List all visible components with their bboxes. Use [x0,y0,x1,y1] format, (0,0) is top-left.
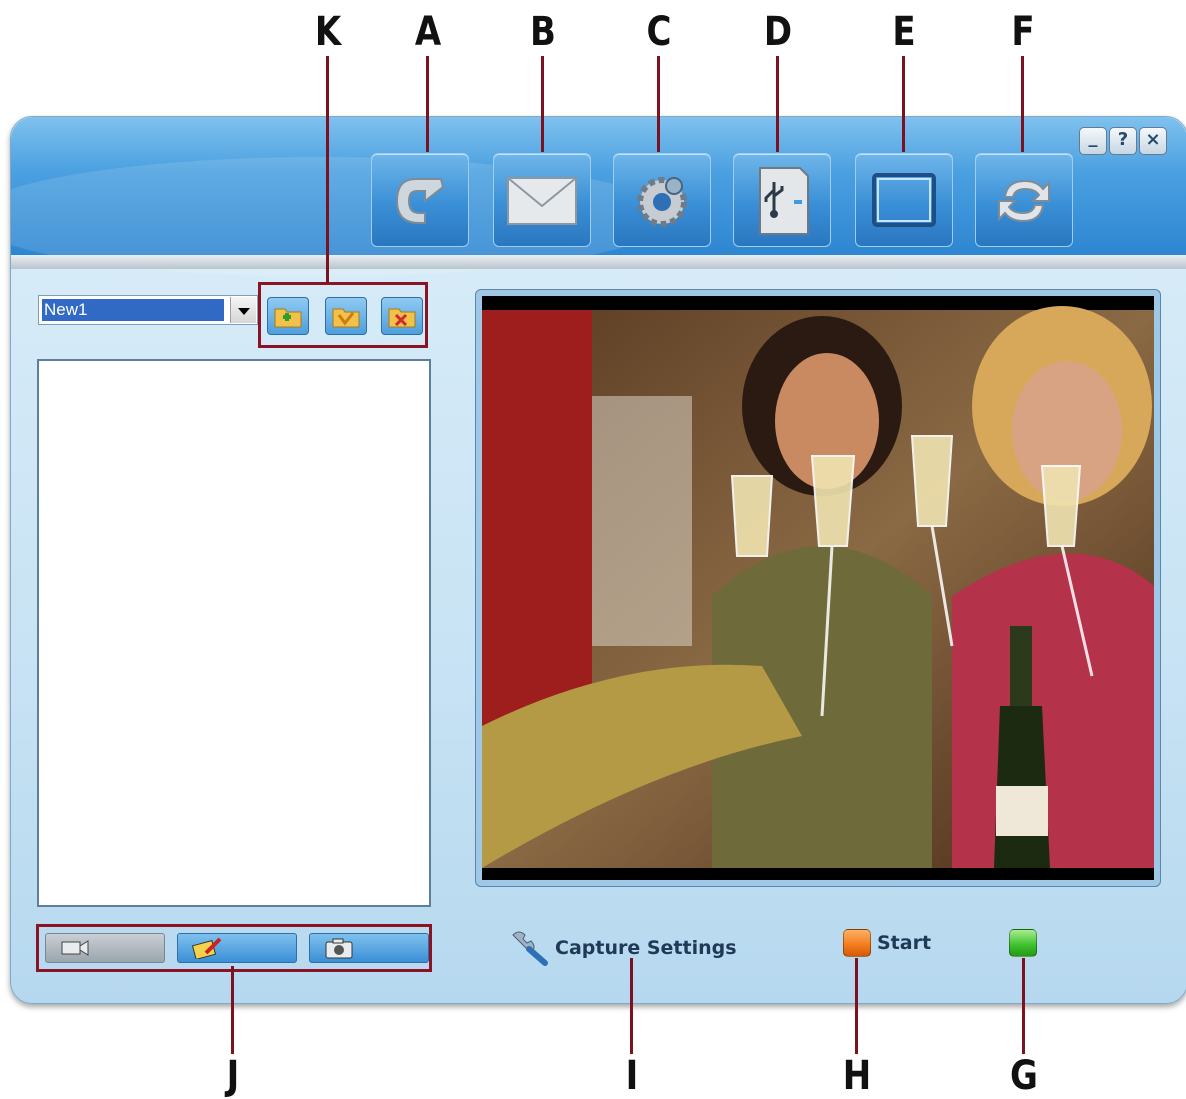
album-dropdown-value: New1 [42,299,224,321]
leader-b [541,56,544,152]
envelope-icon [507,177,577,225]
callout-c: C [646,9,672,55]
minimize-button[interactable]: _ [1079,127,1107,155]
wrench-icon [512,931,548,966]
close-button[interactable]: × [1139,127,1167,155]
album-dropdown[interactable]: New1 [38,295,258,325]
preview-frame [475,289,1161,887]
start-label: Start [877,932,932,954]
app-window: _ ? × New1 Capture Settings Start [10,116,1186,1004]
callout-i: I [625,1053,639,1099]
toolbar-divider [11,255,1186,269]
refresh-button[interactable] [975,153,1073,247]
email-button[interactable] [493,153,591,247]
window-mode-button[interactable] [855,153,953,247]
toolbar: _ ? × [11,117,1186,277]
undo-arrow-icon [395,178,445,224]
refresh-icon [998,179,1050,223]
capture-settings-label: Capture Settings [555,937,737,959]
leader-c [657,56,660,152]
mode-tabs-callout-box [36,924,432,972]
callout-d: D [763,9,793,55]
usb-device-icon [759,167,809,235]
callout-g: G [1010,1053,1038,1099]
leader-k [326,56,329,282]
callout-e: E [892,9,916,55]
callout-b: B [530,9,556,55]
leader-d [776,56,779,152]
leader-h [855,958,858,1054]
leader-i [630,958,633,1054]
gear-settings-icon [637,177,687,227]
callout-f: F [1011,9,1035,55]
leader-g [1022,958,1025,1054]
callout-j: J [226,1053,240,1099]
callout-a: A [414,9,442,55]
help-button[interactable]: ? [1109,127,1137,155]
callout-k: K [314,9,342,55]
green-led-icon [1009,929,1037,957]
leader-f [1021,56,1024,152]
chevron-down-icon[interactable] [230,297,256,323]
usb-device-button[interactable] [733,153,831,247]
settings-button[interactable] [613,153,711,247]
start-button[interactable]: Start [843,929,931,957]
preview-photo [482,296,1154,880]
leader-a [426,56,429,152]
video-preview [482,296,1154,880]
undo-button[interactable] [371,153,469,247]
album-buttons-callout-box [258,282,428,348]
leader-e [902,56,905,152]
window-frame-icon [872,173,936,227]
capture-settings-button[interactable]: Capture Settings [509,929,737,967]
file-list[interactable] [37,359,431,907]
record-button[interactable] [1009,929,1037,957]
callout-h: H [842,1053,872,1099]
orange-led-icon [843,929,871,957]
leader-j [231,966,234,1054]
